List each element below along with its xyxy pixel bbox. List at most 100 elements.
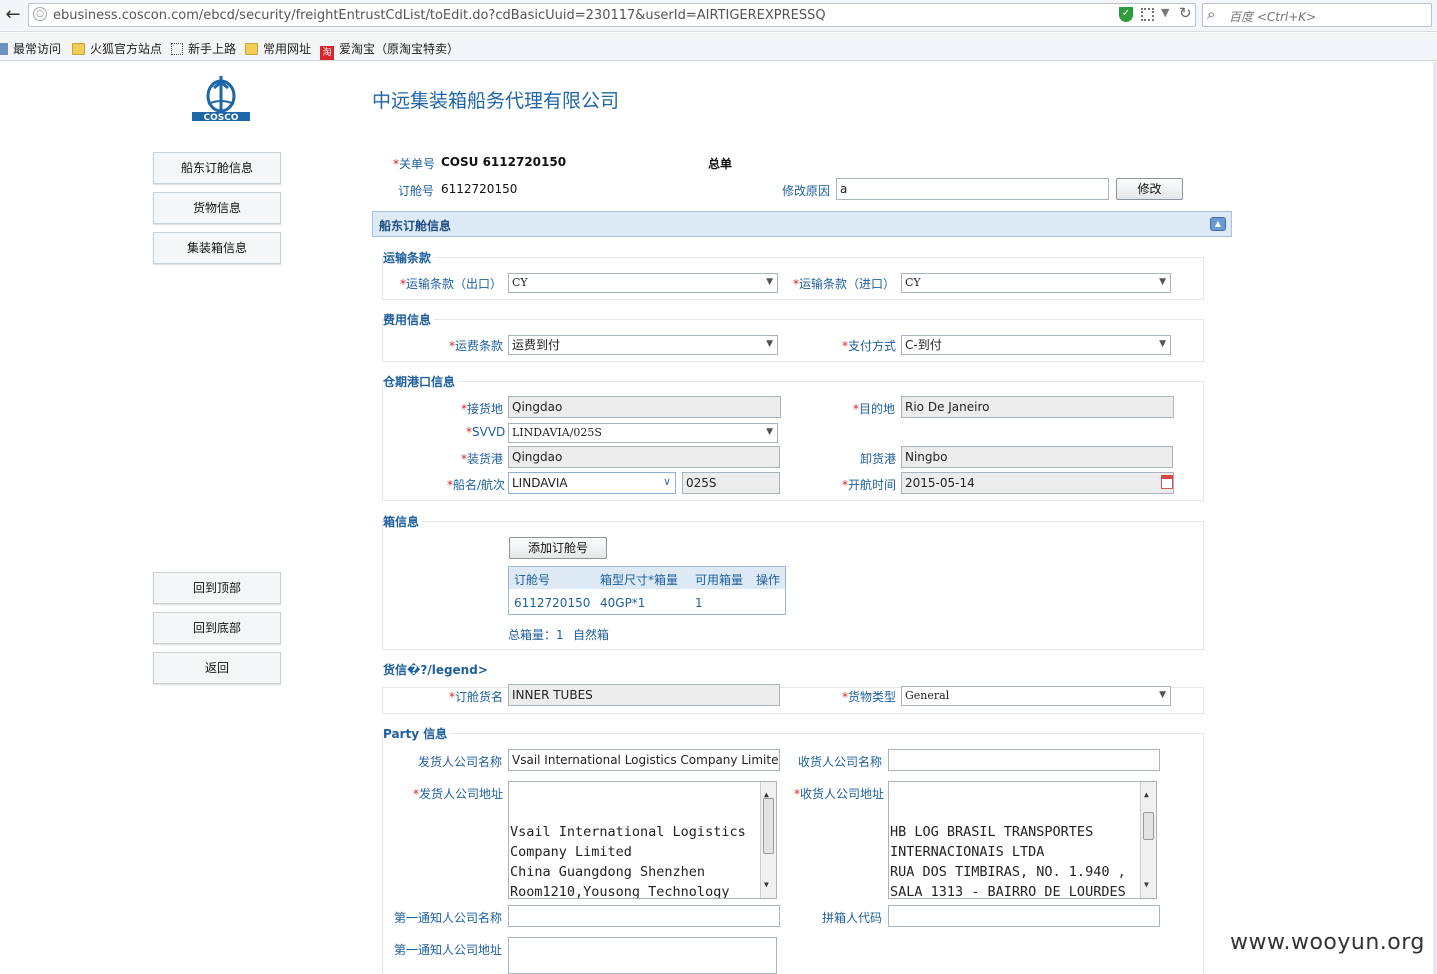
box-legend: 箱信息 <box>383 513 423 530</box>
panel-header: 船东订舱信息 ▲ <box>372 211 1232 237</box>
scrollbar[interactable]: ▲ ▼ <box>760 782 776 898</box>
folder-icon <box>72 43 85 55</box>
bookmark-common[interactable]: 常用网址 <box>245 40 311 57</box>
bookmark-getting-started[interactable]: 新手上路 <box>171 40 236 57</box>
receipt-place-input[interactable]: Qingdao <box>508 396 781 418</box>
freight-terms-label: *运费条款 <box>449 339 504 353</box>
cargo-legend: 货信�?/legend> <box>383 661 491 678</box>
chevron-up-icon[interactable]: ▲ <box>1210 217 1226 231</box>
voyage-input[interactable]: 025S <box>682 472 780 494</box>
reload-icon[interactable]: ↻ <box>1179 4 1192 22</box>
shipper-name-label: 发货人公司名称 <box>418 755 503 769</box>
panel-title: 船东订舱信息 <box>379 219 452 233</box>
table-cell: 1 <box>695 596 703 610</box>
cargo-name-label: *订舱货名 <box>449 690 504 704</box>
consignee-address-label: *收货人公司地址 <box>794 787 885 801</box>
party-legend: Party 信息 <box>383 725 451 742</box>
dropdown-arrow-icon: ▼ <box>766 339 773 349</box>
dropdown-arrow-icon: ▼ <box>766 427 773 437</box>
bookmarks-bar: 最常访问 火狐官方站点 新手上路 常用网址 淘爱淘宝（原淘宝特卖） <box>0 33 1437 61</box>
import-terms-label: *运输条款（进口） <box>793 277 896 291</box>
sidebar-item-cargo-info[interactable]: 货物信息 <box>153 192 281 224</box>
page-icon <box>171 43 183 55</box>
scroll-down-icon[interactable]: ▼ <box>764 875 769 895</box>
shipper-address-text: Vsail International Logistics Company Li… <box>510 824 746 899</box>
bl-label: *关单号 <box>393 157 436 171</box>
dropdown-arrow-icon: ▼ <box>766 277 773 287</box>
scroll-thumb[interactable] <box>763 798 774 854</box>
transport-legend: 运输条款 <box>383 249 435 266</box>
cargo-name-input[interactable]: INNER TUBES <box>508 684 780 706</box>
search-bar[interactable]: ⌕ 百度 <Ctrl+K> <box>1202 3 1432 27</box>
shipper-address-textarea[interactable]: Vsail International Logistics Company Li… <box>508 781 777 899</box>
scroll-down-icon[interactable]: ▼ <box>1144 875 1149 895</box>
page-scrollbar-edge <box>1433 62 1437 974</box>
dropdown-arrow-icon: ▼ <box>1159 277 1166 287</box>
svg-text:COSCO: COSCO <box>204 113 239 123</box>
natural-box-link[interactable]: 自然箱 <box>573 626 609 643</box>
sidebar-item-container-info[interactable]: 集装箱信息 <box>153 232 281 264</box>
vessel-select[interactable]: LINDAVIA ∨ <box>508 472 676 494</box>
shield-icon[interactable]: ✓ <box>1119 7 1133 22</box>
url-text[interactable]: ebusiness.coscon.com/ebcd/security/freig… <box>53 8 826 23</box>
consignee-name-label: 收货人公司名称 <box>798 755 883 769</box>
import-terms-select[interactable]: CY ▼ <box>901 273 1171 293</box>
cargo-type-label: *货物类型 <box>842 690 897 704</box>
bookmark-icon <box>0 43 8 55</box>
total-boxes: 总箱量：1 <box>508 628 564 642</box>
bookmark-aitaobao[interactable]: 淘爱淘宝（原淘宝特卖） <box>320 40 459 60</box>
address-bar[interactable]: ○ ebusiness.coscon.com/ebcd/security/fre… <box>28 3 1196 27</box>
freight-terms-select[interactable]: 运费到付 ▼ <box>508 335 778 355</box>
export-terms-select[interactable]: CY ▼ <box>508 273 778 293</box>
dropdown-arrow-icon[interactable]: ▼ <box>1161 6 1169 19</box>
consolidator-code-input[interactable] <box>888 905 1160 927</box>
notify-name-input[interactable] <box>508 905 780 927</box>
shipper-name-input[interactable]: Vsail International Logistics Company Li… <box>508 749 780 771</box>
bookmark-most-visited[interactable]: 最常访问 <box>0 40 61 57</box>
search-placeholder[interactable]: 百度 <Ctrl+K> <box>1229 8 1316 25</box>
payment-method-label: *支付方式 <box>842 339 897 353</box>
destination-input[interactable]: Rio De Janeiro <box>901 396 1174 418</box>
back-to-bottom-button[interactable]: 回到底部 <box>153 612 281 644</box>
booking-number-label: 订舱号 <box>398 184 435 198</box>
reason-input[interactable]: a <box>836 178 1109 200</box>
back-arrow-icon[interactable]: ← <box>2 4 24 26</box>
qr-code-icon[interactable] <box>1141 8 1154 21</box>
discharge-port-input[interactable]: Ningbo <box>901 446 1173 468</box>
watermark: www.wooyun.org <box>1230 930 1425 955</box>
scrollbar[interactable]: ▲ ▼ <box>1140 782 1156 898</box>
back-to-top-button[interactable]: 回到顶部 <box>153 572 281 604</box>
box-fieldset <box>382 521 1204 650</box>
discharge-port-label: 卸货港 <box>860 452 897 466</box>
table-cell: 40GP*1 <box>600 596 646 610</box>
consignee-name-input[interactable] <box>888 749 1160 771</box>
svvd-select[interactable]: LINDAVIA/025S ▼ <box>508 423 778 443</box>
notify-address-label: 第一通知人公司地址 <box>394 943 503 957</box>
table-cell: 6112720150 <box>514 596 591 610</box>
reason-label: 修改原因 <box>782 184 831 198</box>
company-title: 中远集装箱船务代理有限公司 <box>372 90 620 112</box>
order-type: 总单 <box>708 157 733 171</box>
notify-address-textarea[interactable] <box>508 937 777 974</box>
add-booking-button[interactable]: 添加订舱号 <box>509 537 607 559</box>
payment-method-select[interactable]: C-到付 ▼ <box>901 335 1171 355</box>
sidebar-item-booking-info[interactable]: 船东订舱信息 <box>153 152 281 184</box>
scroll-up-icon[interactable]: ▲ <box>1144 785 1149 805</box>
dropdown-arrow-icon: ▼ <box>1159 690 1166 700</box>
chevron-down-icon: ∨ <box>662 475 671 488</box>
loading-port-input[interactable]: Qingdao <box>508 446 780 468</box>
bookmark-firefox[interactable]: 火狐官方站点 <box>72 40 162 57</box>
scroll-thumb[interactable] <box>1143 812 1154 840</box>
sailing-date-input[interactable]: 2015-05-14 <box>901 472 1174 494</box>
taobao-icon: 淘 <box>320 46 334 60</box>
port-legend: 仓期港口信息 <box>383 373 459 390</box>
notify-name-label: 第一通知人公司名称 <box>394 911 503 925</box>
modify-button[interactable]: 修改 <box>1116 178 1183 200</box>
calendar-icon[interactable] <box>1161 475 1173 489</box>
booking-number: 6112720150 <box>441 182 518 196</box>
consignee-address-textarea[interactable]: HB LOG BRASIL TRANSPORTES INTERNACIONAIS… <box>888 781 1157 899</box>
globe-icon: ○ <box>33 7 47 21</box>
return-button[interactable]: 返回 <box>153 652 281 684</box>
browser-toolbar: ← ○ ebusiness.coscon.com/ebcd/security/f… <box>0 0 1437 32</box>
cargo-type-select[interactable]: General ▼ <box>901 686 1171 706</box>
